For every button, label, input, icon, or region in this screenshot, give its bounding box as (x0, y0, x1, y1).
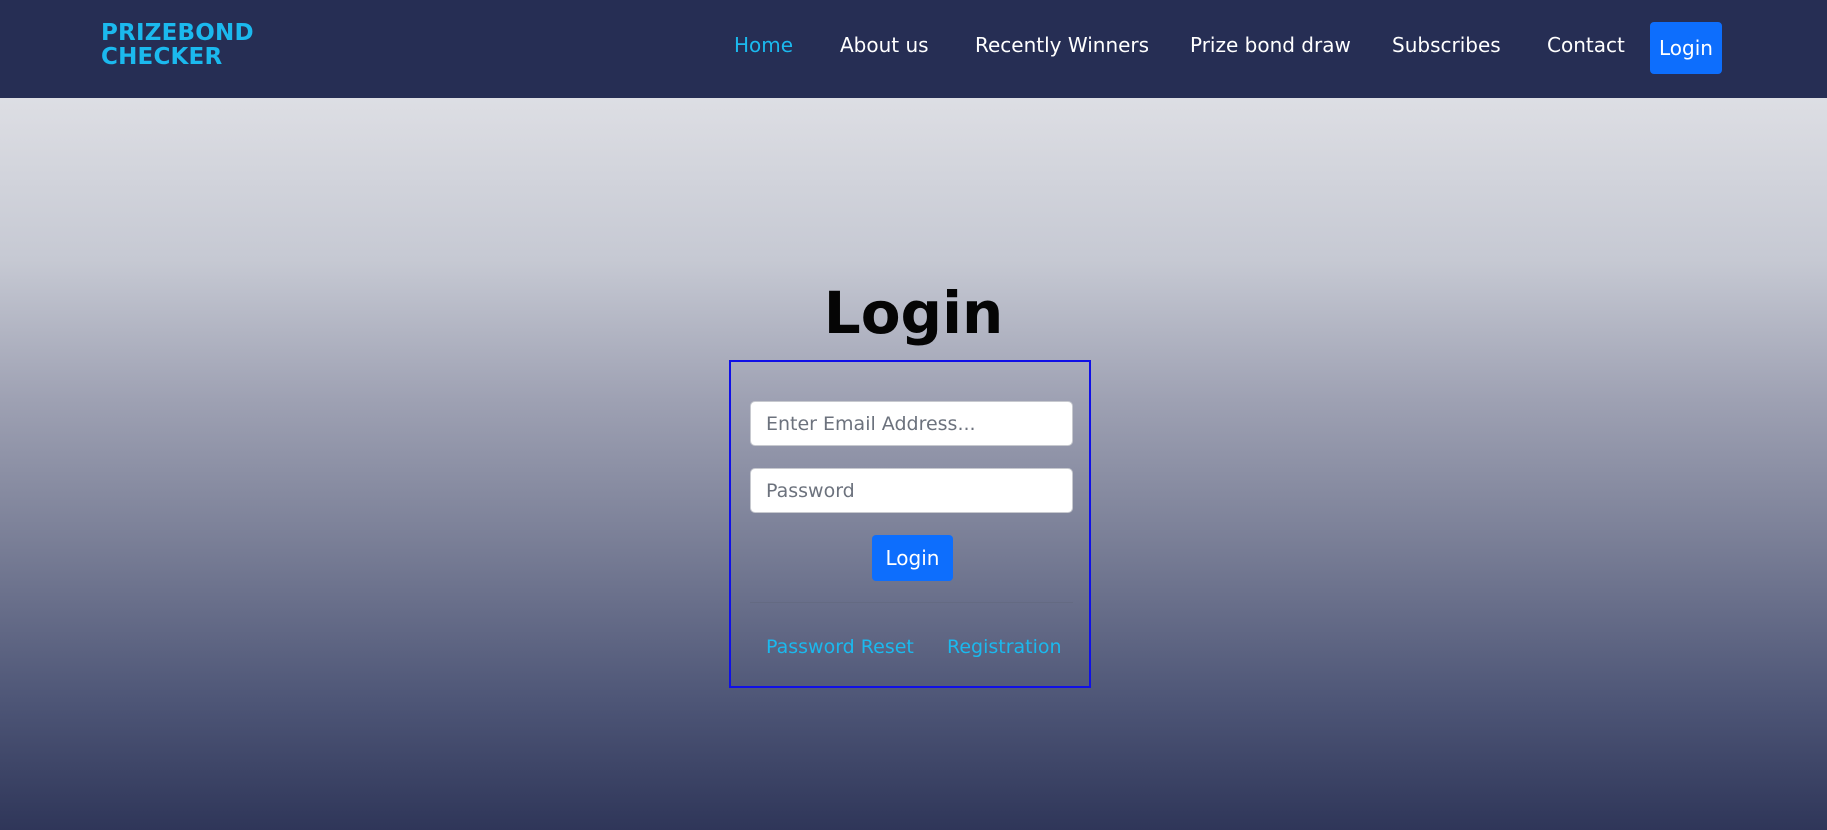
nav-item-about-us[interactable]: About us (840, 33, 929, 57)
nav-menu: Home About us Recently Winners Prize bon… (0, 0, 1827, 98)
login-form: Login Password Reset Registration (729, 360, 1091, 688)
nav-login-button[interactable]: Login (1650, 22, 1722, 74)
nav-item-prize-bond-draw[interactable]: Prize bond draw (1190, 33, 1351, 57)
nav-item-contact[interactable]: Contact (1547, 33, 1625, 57)
registration-link[interactable]: Registration (947, 636, 1062, 658)
password-reset-link[interactable]: Password Reset (766, 636, 914, 658)
password-input[interactable] (750, 468, 1073, 513)
form-divider (750, 602, 1073, 603)
login-submit-button[interactable]: Login (872, 535, 953, 581)
page-title: Login (823, 279, 1004, 347)
email-input[interactable] (750, 401, 1073, 446)
navbar: PRIZEBOND CHECKER Home About us Recently… (0, 0, 1827, 98)
nav-item-home[interactable]: Home (734, 33, 793, 57)
nav-item-subscribes[interactable]: Subscribes (1392, 33, 1501, 57)
nav-item-recently-winners[interactable]: Recently Winners (975, 33, 1149, 57)
